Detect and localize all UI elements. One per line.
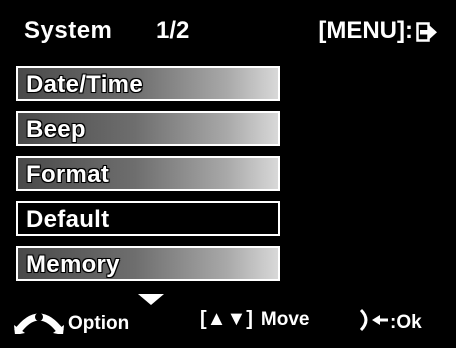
- menu-item-label: Memory: [25, 250, 120, 278]
- button-guide-footer: Option [▲▼] Move :Ok: [2, 290, 452, 344]
- menu-item-label: Beep: [25, 115, 86, 143]
- down-arrow-icon: [138, 294, 164, 305]
- menu-item-default[interactable]: Default: [16, 201, 280, 236]
- ok-label: :Ok: [390, 312, 422, 333]
- camera-menu-screen: System 1/2 [MENU]: Date/Time Beep Format…: [2, 2, 452, 344]
- move-label: Move: [260, 308, 310, 330]
- menu-item-memory[interactable]: Memory: [16, 246, 280, 281]
- option-hint: Option: [14, 308, 129, 339]
- exit-arrow-icon: [416, 21, 438, 42]
- zoom-lever-icon: [14, 308, 64, 339]
- ok-hint: :Ok: [358, 308, 422, 338]
- menu-exit-hint[interactable]: [MENU]:: [318, 17, 438, 45]
- menu-item-label: Default: [26, 206, 110, 233]
- menu-item-format[interactable]: Format: [16, 156, 280, 191]
- page-indicator: 1/2: [156, 17, 190, 44]
- menu-item-label: Date/Time: [25, 70, 143, 98]
- menu-header: System 1/2 [MENU]:: [2, 2, 452, 60]
- menu-exit-label: [MENU]:: [318, 17, 413, 44]
- page-title: System: [24, 17, 113, 44]
- shutter-button-icon: [358, 308, 390, 338]
- menu-item-beep[interactable]: Beep: [16, 111, 280, 146]
- system-menu-list: Date/Time Beep Format Default Memory: [16, 66, 280, 291]
- menu-item-label: Format: [25, 160, 110, 188]
- up-down-arrows-icon: [▲▼]: [200, 308, 253, 330]
- move-hint: [▲▼] Move: [200, 308, 310, 331]
- menu-item-date-time[interactable]: Date/Time: [16, 66, 280, 101]
- option-label: Option: [68, 312, 130, 334]
